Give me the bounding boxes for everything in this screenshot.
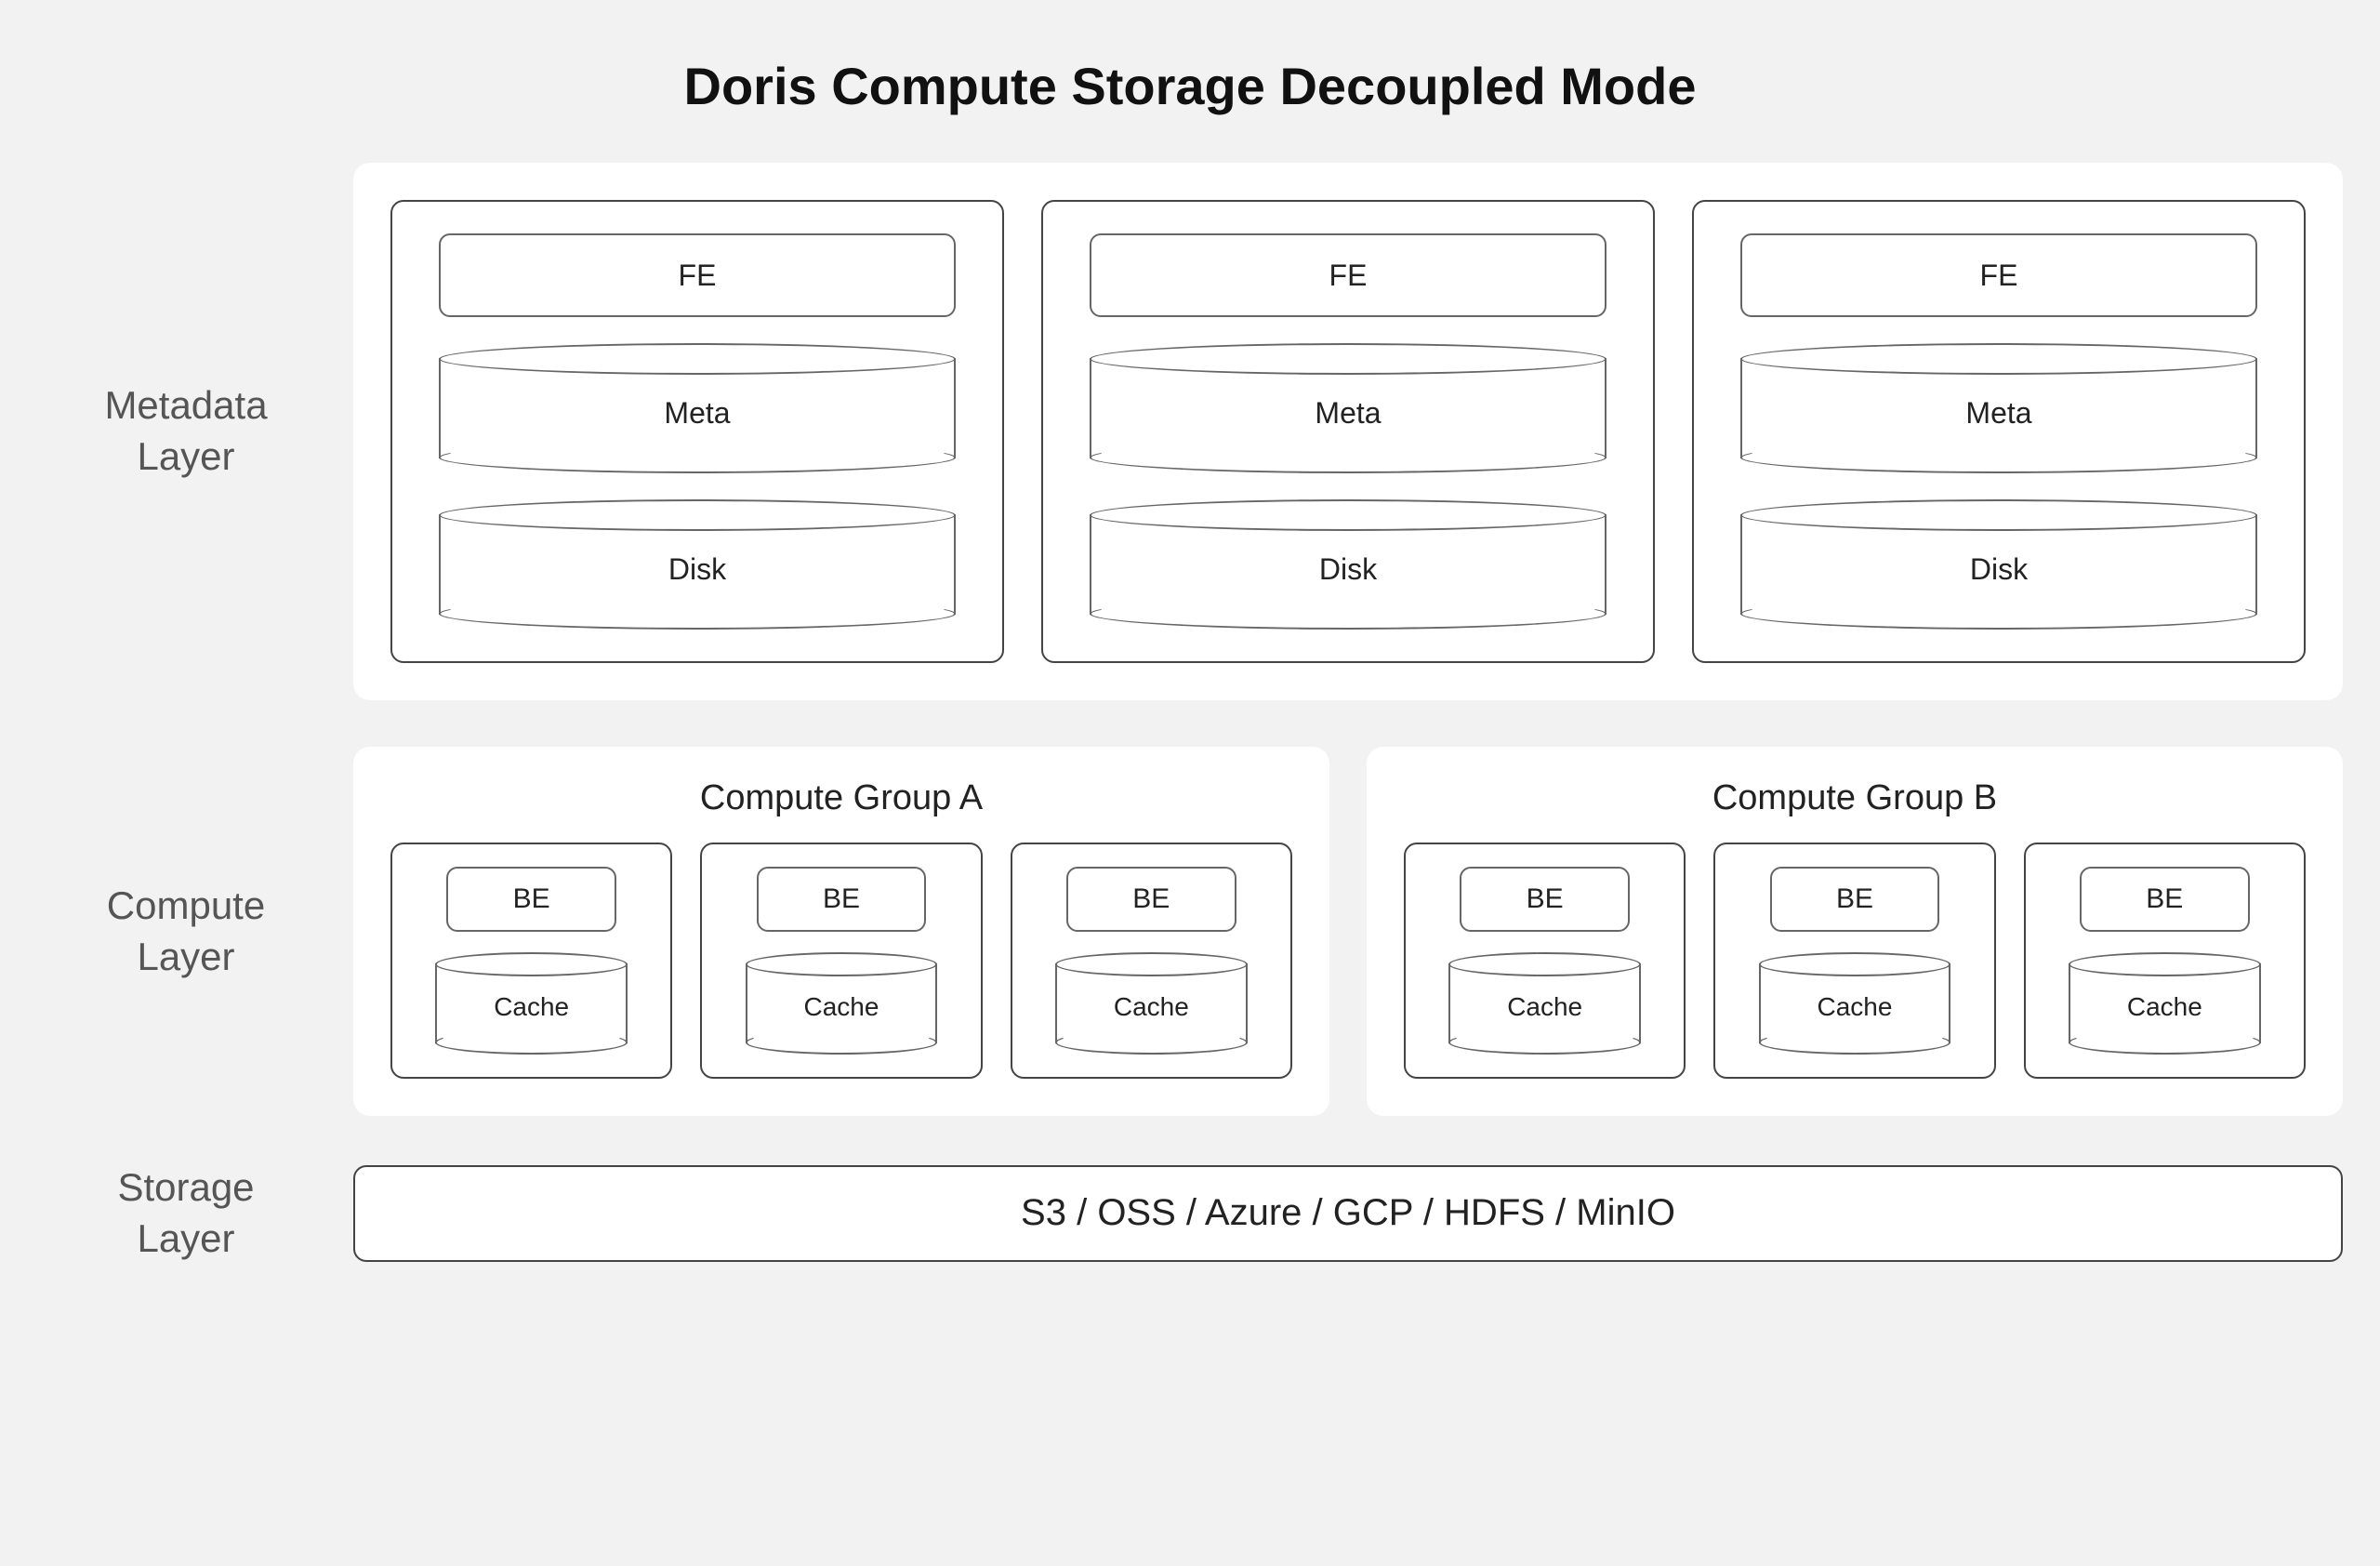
cache-label: Cache bbox=[1759, 952, 1951, 1055]
be-node: BE Cache bbox=[1713, 843, 1995, 1079]
metadata-node: FE Meta Disk bbox=[1692, 200, 2306, 663]
meta-cylinder: Meta bbox=[1090, 343, 1606, 473]
compute-group: Compute Group B BE Cache BE Cache bbox=[1367, 747, 2343, 1116]
be-node: BE Cache bbox=[390, 843, 672, 1079]
compute-label: Compute Layer bbox=[37, 881, 353, 982]
fe-box: FE bbox=[1090, 233, 1606, 317]
disk-cylinder: Disk bbox=[1090, 499, 1606, 630]
disk-cylinder: Disk bbox=[439, 499, 956, 630]
storage-panel: S3 / OSS / Azure / GCP / HDFS / MinIO bbox=[353, 1165, 2343, 1262]
be-node: BE Cache bbox=[2024, 843, 2306, 1079]
disk-label: Disk bbox=[1740, 499, 2257, 630]
cache-cylinder: Cache bbox=[1055, 952, 1248, 1055]
disk-label: Disk bbox=[439, 499, 956, 630]
cache-label: Cache bbox=[2069, 952, 2261, 1055]
be-box: BE bbox=[446, 867, 615, 932]
cache-label: Cache bbox=[1448, 952, 1641, 1055]
cache-cylinder: Cache bbox=[2069, 952, 2261, 1055]
metadata-panel: FE Meta Disk FE Meta bbox=[353, 163, 2343, 700]
cache-cylinder: Cache bbox=[746, 952, 938, 1055]
fe-box: FE bbox=[439, 233, 956, 317]
be-box: BE bbox=[1770, 867, 1939, 932]
meta-label: Meta bbox=[1740, 343, 2257, 473]
meta-cylinder: Meta bbox=[1740, 343, 2257, 473]
be-node: BE Cache bbox=[700, 843, 982, 1079]
compute-group-title: Compute Group A bbox=[390, 778, 1292, 818]
be-node: BE Cache bbox=[1404, 843, 1686, 1079]
cache-cylinder: Cache bbox=[1448, 952, 1641, 1055]
metadata-label: Metadata Layer bbox=[37, 380, 353, 482]
be-node: BE Cache bbox=[1011, 843, 1292, 1079]
metadata-node: FE Meta Disk bbox=[1041, 200, 1655, 663]
meta-label: Meta bbox=[439, 343, 956, 473]
metadata-row: Metadata Layer FE Meta Disk FE bbox=[37, 163, 2343, 700]
fe-box: FE bbox=[1740, 233, 2257, 317]
be-box: BE bbox=[757, 867, 926, 932]
compute-row: Compute Layer Compute Group A BE Cache B… bbox=[37, 747, 2343, 1116]
cache-cylinder: Cache bbox=[435, 952, 628, 1055]
cache-label: Cache bbox=[435, 952, 628, 1055]
meta-label: Meta bbox=[1090, 343, 1606, 473]
cache-label: Cache bbox=[746, 952, 938, 1055]
disk-cylinder: Disk bbox=[1740, 499, 2257, 630]
cache-cylinder: Cache bbox=[1759, 952, 1951, 1055]
diagram-title: Doris Compute Storage Decoupled Mode bbox=[684, 56, 1697, 116]
cache-label: Cache bbox=[1055, 952, 1248, 1055]
storage-row: Storage Layer S3 / OSS / Azure / GCP / H… bbox=[37, 1162, 2343, 1264]
metadata-node: FE Meta Disk bbox=[390, 200, 1004, 663]
compute-group-title: Compute Group B bbox=[1404, 778, 2306, 818]
disk-label: Disk bbox=[1090, 499, 1606, 630]
storage-label: Storage Layer bbox=[37, 1162, 353, 1264]
be-box: BE bbox=[1460, 867, 1629, 932]
compute-group: Compute Group A BE Cache BE Cache bbox=[353, 747, 1329, 1116]
meta-cylinder: Meta bbox=[439, 343, 956, 473]
be-box: BE bbox=[2080, 867, 2249, 932]
be-box: BE bbox=[1066, 867, 1236, 932]
